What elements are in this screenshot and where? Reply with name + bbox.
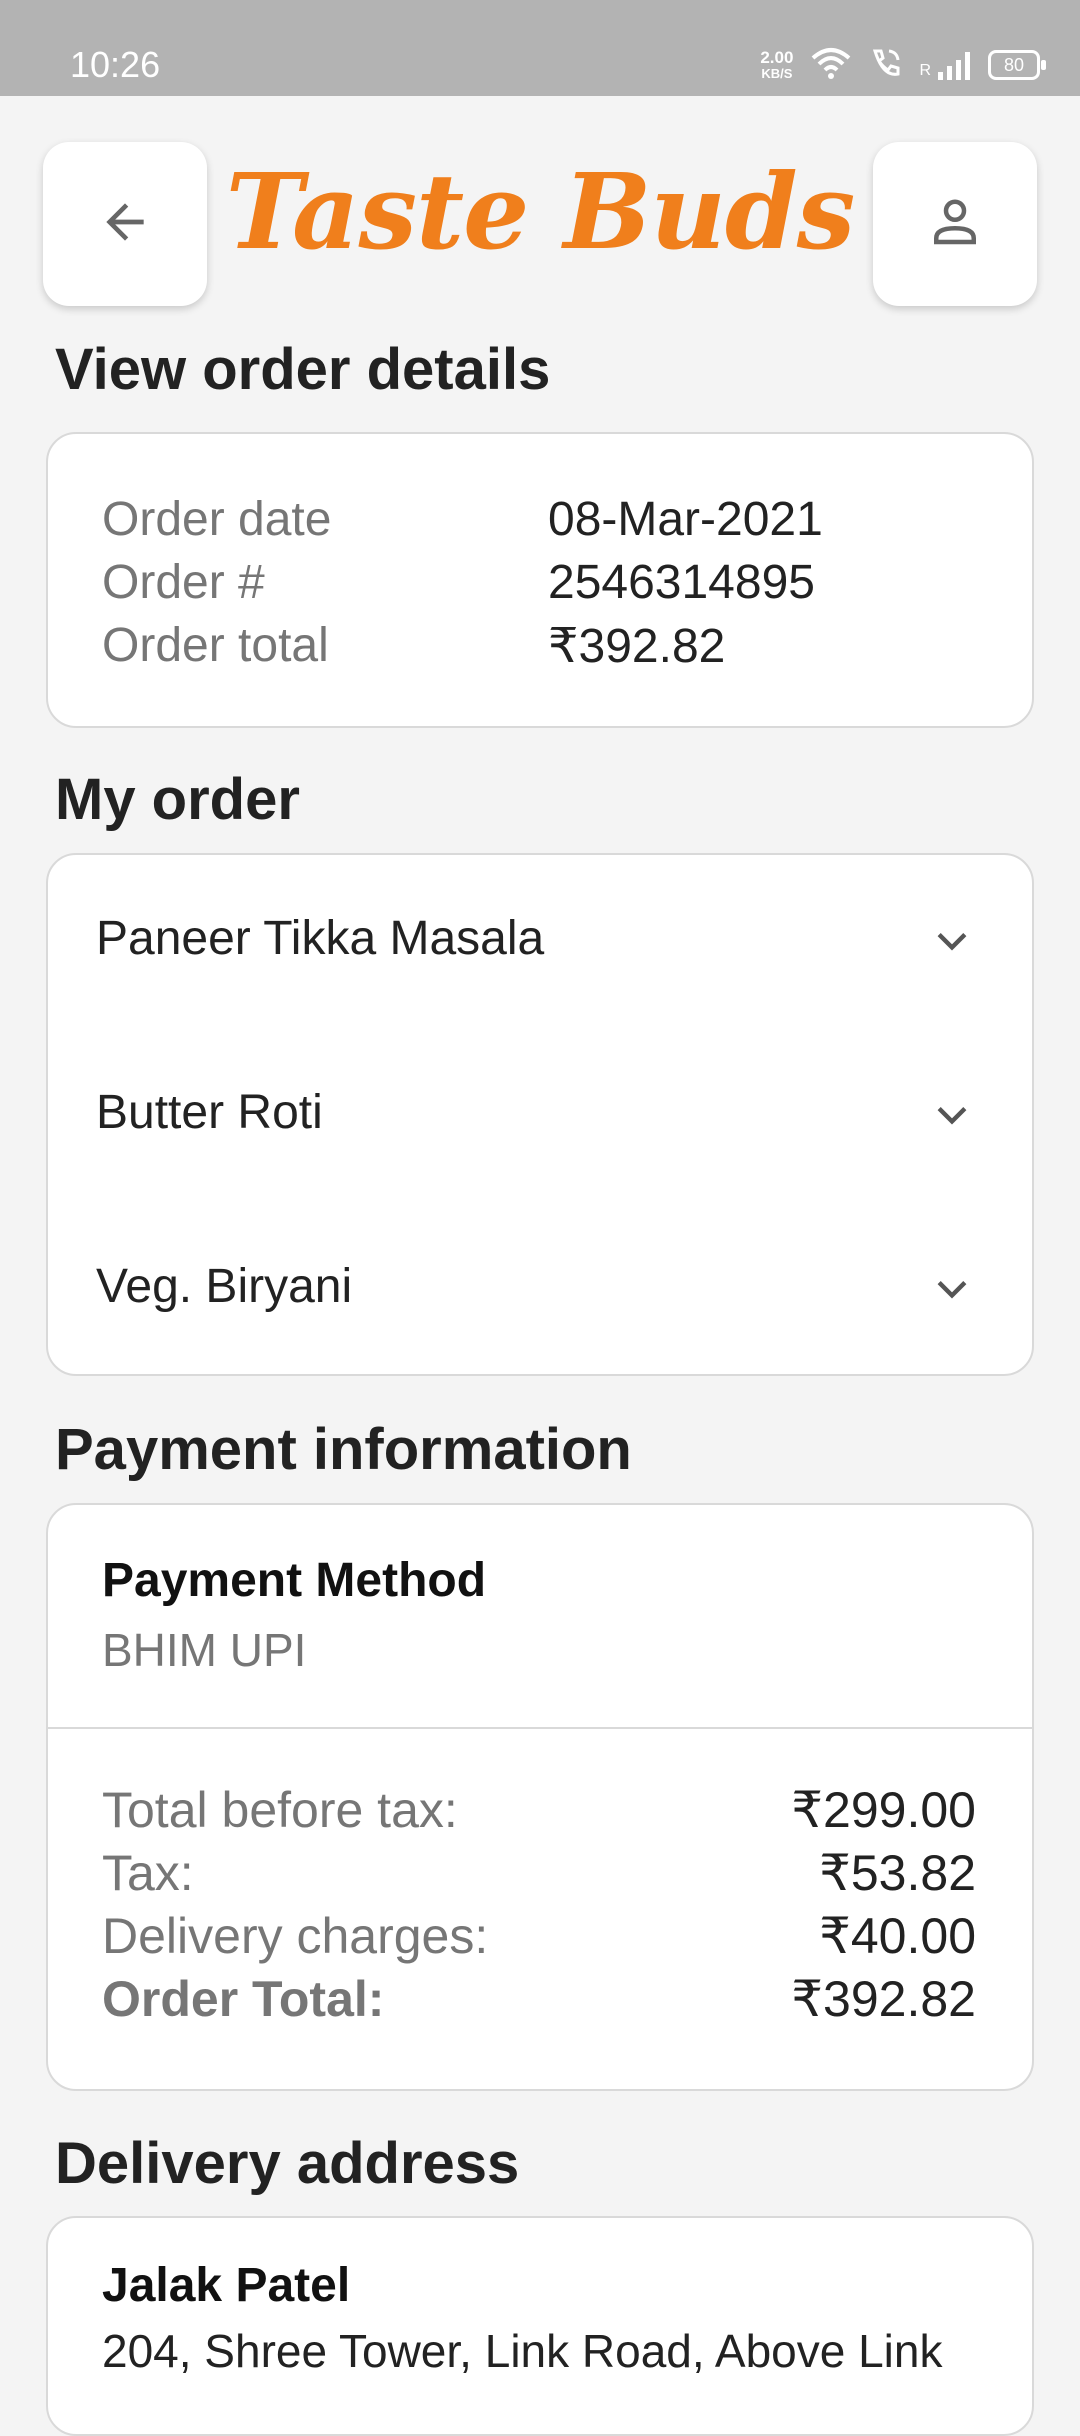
payment-method-label: Payment Method bbox=[102, 1554, 487, 1607]
order-number-label: Order # bbox=[102, 556, 265, 609]
status-bar: 10:26 2.00 KB/S R 80 bbox=[0, 0, 1080, 96]
address-line: 204, Shree Tower, Link Road, Above Link bbox=[102, 2325, 943, 2377]
order-item[interactable]: Butter Roti bbox=[48, 1029, 1032, 1203]
subtotal-label: Total before tax: bbox=[102, 1782, 458, 1838]
payment-title: Payment information bbox=[55, 1417, 632, 1482]
delivery-title: Delivery address bbox=[55, 2131, 520, 2196]
subtotal-value: ₹299.00 bbox=[791, 1782, 976, 1838]
chevron-down-icon[interactable] bbox=[930, 919, 974, 968]
chevron-down-icon[interactable] bbox=[930, 1267, 974, 1316]
wifi-calling-icon bbox=[869, 47, 901, 84]
order-item-name: Veg. Biryani bbox=[96, 1260, 353, 1313]
net-speed-value: 2.00 bbox=[760, 48, 794, 67]
payment-card: Payment Method BHIM UPI Total before tax… bbox=[46, 1503, 1034, 2091]
order-total-label: Order Total: bbox=[102, 1971, 385, 2027]
profile-button[interactable] bbox=[873, 142, 1037, 306]
status-icons: 2.00 KB/S R 80 bbox=[760, 40, 1046, 90]
tax-value: ₹53.82 bbox=[819, 1845, 976, 1901]
order-date-label: Order date bbox=[102, 493, 332, 546]
order-item[interactable]: Veg. Biryani bbox=[48, 1203, 1032, 1377]
recipient-name: Jalak Patel bbox=[102, 2259, 351, 2312]
order-summary-card: Order date 08-Mar-2021 Order # 254631489… bbox=[46, 432, 1034, 728]
order-item-name: Paneer Tikka Masala bbox=[96, 912, 545, 965]
order-total-value: ₹392.82 bbox=[548, 620, 726, 673]
signal-icon: R bbox=[919, 50, 970, 80]
order-total-value: ₹392.82 bbox=[791, 1971, 976, 2027]
roaming-label: R bbox=[919, 62, 931, 79]
page-title: View order details bbox=[55, 337, 551, 402]
user-icon bbox=[925, 192, 985, 257]
status-time: 10:26 bbox=[70, 44, 161, 85]
chevron-down-icon[interactable] bbox=[930, 1093, 974, 1142]
order-number-value: 2546314895 bbox=[548, 556, 815, 609]
divider bbox=[48, 1727, 1032, 1729]
net-speed-unit: KB/S bbox=[761, 66, 793, 81]
my-order-title: My order bbox=[55, 767, 300, 832]
payment-method-value: BHIM UPI bbox=[102, 1624, 307, 1676]
order-total-label: Order total bbox=[102, 619, 329, 672]
battery-icon: 80 bbox=[988, 50, 1046, 80]
delivery-charges-value: ₹40.00 bbox=[819, 1908, 976, 1964]
order-item-name: Butter Roti bbox=[96, 1086, 323, 1139]
my-order-card: Paneer Tikka Masala Butter Roti Veg. Bir… bbox=[46, 853, 1034, 1376]
delivery-charges-label: Delivery charges: bbox=[102, 1908, 489, 1964]
order-date-value: 08-Mar-2021 bbox=[548, 493, 823, 546]
order-item[interactable]: Paneer Tikka Masala bbox=[48, 855, 1032, 1029]
net-speed: 2.00 KB/S bbox=[760, 49, 793, 81]
tax-label: Tax: bbox=[102, 1845, 194, 1901]
delivery-card: Jalak Patel 204, Shree Tower, Link Road,… bbox=[46, 2216, 1034, 2436]
wifi-icon bbox=[811, 46, 851, 85]
